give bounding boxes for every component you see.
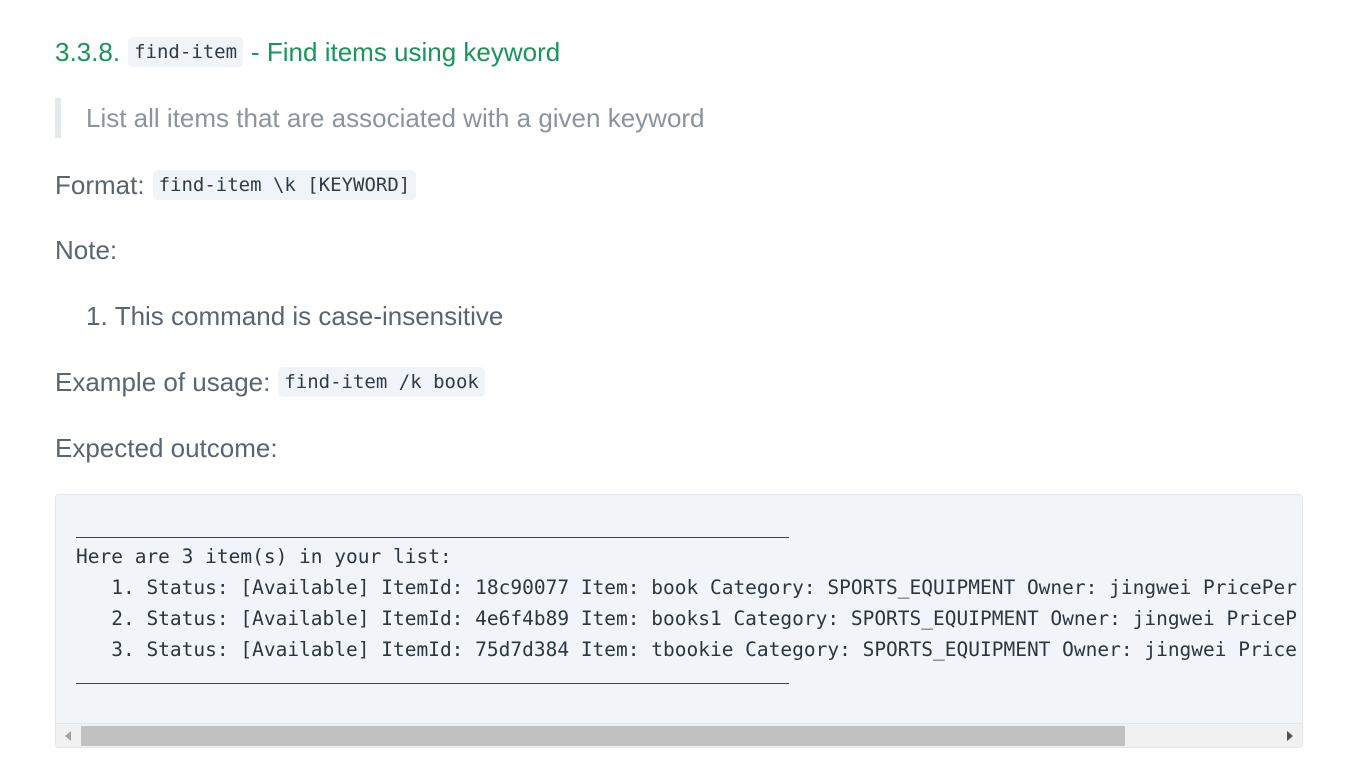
example-label: Example of usage: xyxy=(55,366,271,397)
format-label: Format: xyxy=(55,169,145,200)
output-line: 2. Status: [Available] ItemId: 4e6f4b89 … xyxy=(76,607,1297,630)
code-output: Here are 3 item(s) in your list: 1. Stat… xyxy=(76,519,1302,703)
section-title: - Find items using keyword xyxy=(251,36,561,67)
horizontal-scrollbar[interactable] xyxy=(56,723,1302,747)
expected-outcome-paragraph: Expected outcome: xyxy=(55,429,278,467)
arrow-right-icon xyxy=(1287,731,1293,741)
example-paragraph: Example of usage: find-item /k book xyxy=(55,363,485,401)
output-header: Here are 3 item(s) in your list: xyxy=(76,545,452,568)
example-code: find-item /k book xyxy=(278,367,485,397)
note-list-item: 1. This command is case-insensitive xyxy=(86,297,503,335)
section-heading: 3.3.8. find-item - Find items using keyw… xyxy=(55,32,560,72)
note-paragraph: Note: xyxy=(55,231,117,269)
output-code-block: Here are 3 item(s) in your list: 1. Stat… xyxy=(55,494,1303,748)
format-code: find-item \k [KEYWORD] xyxy=(152,170,417,200)
description-text: List all items that are associated with … xyxy=(86,102,705,133)
format-paragraph: Format: find-item \k [KEYWORD] xyxy=(55,166,417,204)
list-item-number: 1. xyxy=(86,300,108,331)
expected-label: Expected outcome: xyxy=(55,432,278,463)
arrow-left-icon xyxy=(65,731,71,741)
separator-rule xyxy=(76,519,789,538)
output-line: 3. Status: [Available] ItemId: 75d7d384 … xyxy=(76,638,1297,661)
note-label: Note: xyxy=(55,234,118,265)
output-line: 1. Status: [Available] ItemId: 18c90077 … xyxy=(76,576,1297,599)
scroll-right-button[interactable] xyxy=(1278,724,1302,747)
scroll-left-button[interactable] xyxy=(56,724,80,747)
description-blockquote: List all items that are associated with … xyxy=(55,98,705,138)
scrollbar-thumb[interactable] xyxy=(81,726,1125,746)
separator-rule xyxy=(76,665,789,684)
heading-command-code: find-item xyxy=(128,37,244,67)
separator-line-bottom xyxy=(76,665,1302,687)
section-number: 3.3.8. xyxy=(55,36,121,67)
separator-line-top xyxy=(76,519,1302,541)
list-item-text: This command is case-insensitive xyxy=(114,300,504,331)
